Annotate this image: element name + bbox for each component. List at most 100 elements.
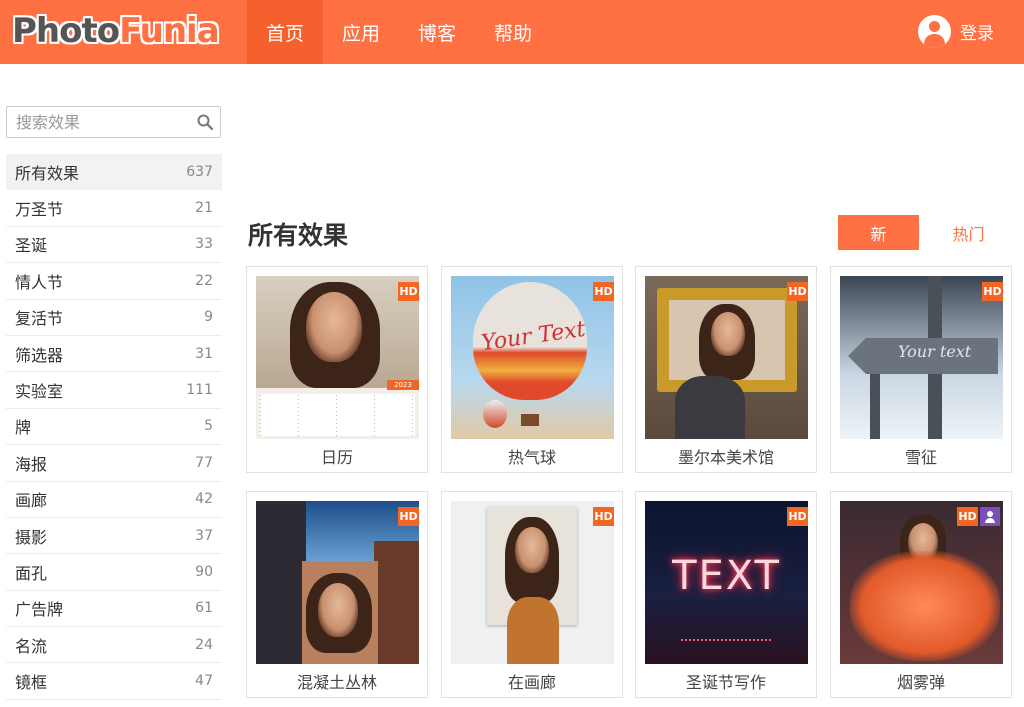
login-label: 登录 — [960, 24, 994, 44]
category-posters[interactable]: 海报 77 — [6, 445, 222, 482]
effect-thumbnail: Your text HD — [840, 276, 1003, 439]
page-title: 所有效果 — [248, 221, 349, 250]
category-count: 31 — [195, 345, 213, 362]
nav-help[interactable]: 帮助 — [475, 0, 551, 64]
category-count: 90 — [195, 563, 213, 580]
effect-thumbnail: HD — [840, 501, 1003, 664]
hd-badge: HD — [398, 282, 419, 301]
category-count: 637 — [186, 163, 213, 180]
thumbnail-face — [711, 312, 745, 356]
effect-card-label: 日历 — [320, 448, 353, 467]
effect-card-label: 雪征 — [904, 448, 937, 467]
calendar-grid — [260, 394, 415, 436]
category-cards[interactable]: 牌5 — [6, 409, 222, 446]
category-celebrities[interactable]: 名流 24 — [6, 627, 222, 664]
category-count: 42 — [195, 491, 213, 508]
category-lab[interactable]: 实验室 111 — [6, 372, 222, 409]
category-photography[interactable]: 摄影 37 — [6, 518, 222, 555]
category-frames[interactable]: 镜框 47 — [6, 663, 222, 700]
effect-card-snow-sign[interactable]: Your text HD 雪征 — [830, 266, 1012, 473]
hd-badge: HD — [593, 507, 614, 526]
category-faces[interactable]: 面孔 90 — [6, 554, 222, 591]
logo-text-funia: Funia — [119, 11, 220, 51]
category-label: 画廊 — [15, 491, 48, 511]
login-button[interactable]: 登录 — [918, 15, 994, 48]
category-label: 摄影 — [15, 527, 48, 547]
effect-thumbnail: HD — [451, 501, 614, 664]
search-box — [6, 106, 221, 138]
category-valentines[interactable]: 情人节 22 — [6, 263, 222, 300]
nav-apps[interactable]: 应用 — [323, 0, 399, 64]
top-header: Photo Funia 首页 应用 博客 帮助 登录 — [0, 0, 1024, 64]
category-list: 所有效果 637 万圣节 21 圣诞 33 情人节 22 复活节 9 筛选器 31 实验室 1… — [6, 154, 222, 700]
effect-card-christmas-writing[interactable]: TEXT HD 圣诞节写作 — [635, 491, 817, 698]
effect-thumbnail: HD — [256, 501, 419, 664]
search-icon[interactable] — [197, 114, 213, 130]
user-avatar-icon — [918, 15, 951, 48]
effect-card-concrete-jungle[interactable]: HD 混凝土丛林 — [246, 491, 428, 698]
category-filters[interactable]: 筛选器 31 — [6, 336, 222, 373]
effect-card-label: 热气球 — [507, 448, 556, 467]
effect-card-in-gallery[interactable]: HD 在画廊 — [441, 491, 623, 698]
thumbnail-visitors — [675, 376, 745, 439]
effect-card-hot-air-balloon[interactable]: Your Text HD 热气球 — [441, 266, 623, 473]
thumbnail-canvas — [669, 300, 785, 380]
hd-badge: HD — [398, 507, 419, 526]
hd-badge: HD — [787, 282, 808, 301]
category-halloween[interactable]: 万圣节 21 — [6, 190, 222, 227]
thumbnail-face — [318, 583, 358, 637]
thumbnail-face — [515, 527, 549, 573]
effect-thumbnail: Your Text HD — [451, 276, 614, 439]
calendar-year-label: 2023 — [387, 380, 419, 390]
sort-popular-button[interactable]: 热门 — [928, 215, 1009, 250]
category-easter[interactable]: 复活节 9 — [6, 300, 222, 336]
effect-card-smoke-bomb[interactable]: HD 烟雾弹 — [830, 491, 1012, 698]
user-photo-icon — [980, 507, 1000, 526]
category-label: 海报 — [15, 454, 48, 474]
hd-badge: HD — [982, 282, 1003, 301]
category-count: 22 — [195, 272, 213, 289]
thumbnail-visitor — [507, 597, 559, 664]
thumbnail-face — [306, 292, 362, 362]
effect-card-label: 圣诞节写作 — [685, 673, 766, 692]
sort-new-button[interactable]: 新 — [838, 215, 919, 250]
thumbnail-basket — [521, 414, 539, 426]
effect-card-label: 烟雾弹 — [896, 673, 945, 692]
search-input[interactable] — [7, 107, 192, 137]
nav-home[interactable]: 首页 — [247, 0, 324, 64]
thumbnail-building — [374, 541, 419, 664]
effect-card-label: 墨尔本美术馆 — [677, 448, 774, 467]
category-all-effects[interactable]: 所有效果 637 — [6, 154, 222, 191]
neon-text: TEXT — [672, 553, 781, 599]
category-label: 面孔 — [15, 563, 48, 583]
effect-thumbnail: HD — [645, 276, 808, 439]
thumbnail-photo — [256, 276, 419, 388]
thumbnail-smoke — [850, 551, 1000, 661]
effect-card-melbourne-gallery[interactable]: HD 墨尔本美术馆 — [635, 266, 817, 473]
category-christmas[interactable]: 圣诞 33 — [6, 227, 222, 264]
category-label: 广告牌 — [15, 600, 64, 620]
category-count: 77 — [195, 454, 213, 471]
category-label: 情人节 — [15, 272, 64, 292]
category-label: 复活节 — [15, 309, 64, 329]
effect-thumbnail: 2023 HD — [256, 276, 419, 439]
category-count: 5 — [204, 418, 213, 435]
photofunia-logo[interactable]: Photo Funia — [12, 8, 220, 54]
effect-card-calendar[interactable]: 2023 HD 日历 — [246, 266, 428, 473]
main-nav: 首页 应用 博客 帮助 — [247, 0, 551, 64]
category-count: 21 — [195, 200, 213, 217]
effect-card-label: 混凝土丛林 — [296, 673, 377, 692]
category-count: 61 — [195, 600, 213, 617]
category-label: 所有效果 — [15, 163, 80, 183]
category-count: 33 — [195, 236, 213, 253]
category-billboards[interactable]: 广告牌 61 — [6, 591, 222, 628]
category-count: 111 — [186, 382, 213, 399]
effect-thumbnail: TEXT HD — [645, 501, 808, 664]
hd-badge: HD — [957, 507, 978, 526]
nav-blog[interactable]: 博客 — [399, 0, 475, 64]
category-label: 实验室 — [15, 382, 64, 402]
category-label: 筛选器 — [15, 345, 64, 365]
category-galleries[interactable]: 画廊 42 — [6, 482, 222, 518]
category-label: 万圣节 — [15, 200, 64, 220]
category-count: 24 — [195, 636, 213, 653]
